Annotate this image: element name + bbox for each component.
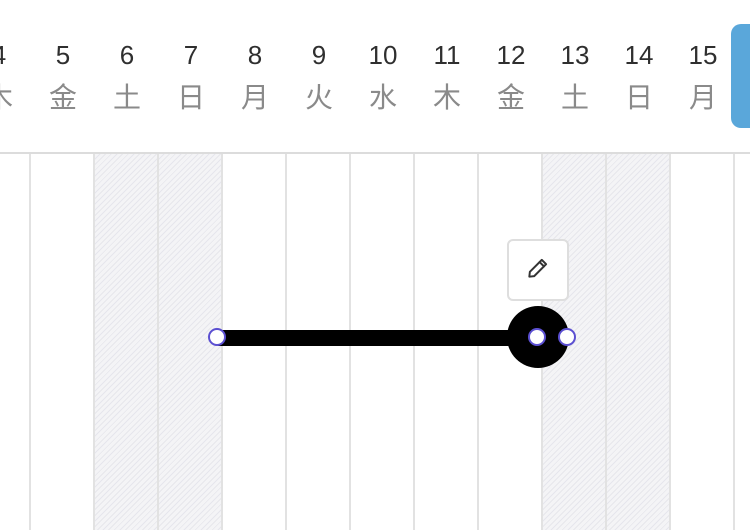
day-number: 5 [55,40,71,70]
day-number: 4 [0,38,31,72]
day-number: 11 [433,40,461,70]
day-column[interactable] [0,154,31,530]
day-header: 7日 [159,0,223,152]
day-header: 8月 [223,0,287,152]
day-weekday: 火 [304,81,333,114]
task-bar[interactable] [218,330,538,346]
day-weekday: 木 [0,80,31,116]
day-weekday: 木 [432,81,461,114]
weekend-column[interactable] [95,154,159,530]
day-header: 5金 [31,0,95,152]
day-weekday: 土 [560,81,589,114]
start-drag-handle[interactable] [208,328,226,346]
day-number: 12 [496,40,526,70]
day-weekday: 金 [496,81,525,114]
day-weekday: 土 [112,81,141,114]
end-drag-handle[interactable] [528,328,546,346]
gantt-chart: 4木5金6土7日8月9火10水11木12金13土14日15月 16火 [0,0,750,530]
today-weekday: 火 [735,80,750,116]
day-header: 6土 [95,0,159,152]
day-header: 12 金 [479,0,543,152]
day-number: 10 [368,40,398,70]
date-header: 4木5金6土7日8月9火10水11木12金13土14日15月 16火 [0,0,750,154]
weekend-column[interactable] [607,154,671,530]
day-column[interactable] [671,154,735,530]
day-column[interactable] [31,154,95,530]
day-weekday: 日 [624,81,653,114]
day-header: 10 水 [351,0,415,152]
day-header: 14 日 [607,0,671,152]
edit-task-button[interactable] [507,239,569,301]
day-weekday: 金 [48,81,77,114]
day-number: 7 [183,40,199,70]
day-number: 15 [688,40,718,70]
day-number: 9 [311,40,327,70]
day-number: 8 [247,40,263,70]
pencil-icon [525,255,551,286]
day-number: 6 [119,40,135,70]
link-handle[interactable] [558,328,576,346]
today-header[interactable]: 16 火 [735,0,750,152]
day-weekday: 日 [176,81,205,114]
day-weekday: 月 [688,81,717,114]
day-header: 4木 [0,0,31,152]
day-weekday: 月 [240,81,269,114]
day-number: 13 [560,40,590,70]
day-header: 9火 [287,0,351,152]
day-header: 13 土 [543,0,607,152]
today-number: 16 [735,38,750,72]
day-number: 14 [624,40,654,70]
day-header: 15 月 [671,0,735,152]
day-header: 11 木 [415,0,479,152]
day-weekday: 水 [368,81,397,114]
